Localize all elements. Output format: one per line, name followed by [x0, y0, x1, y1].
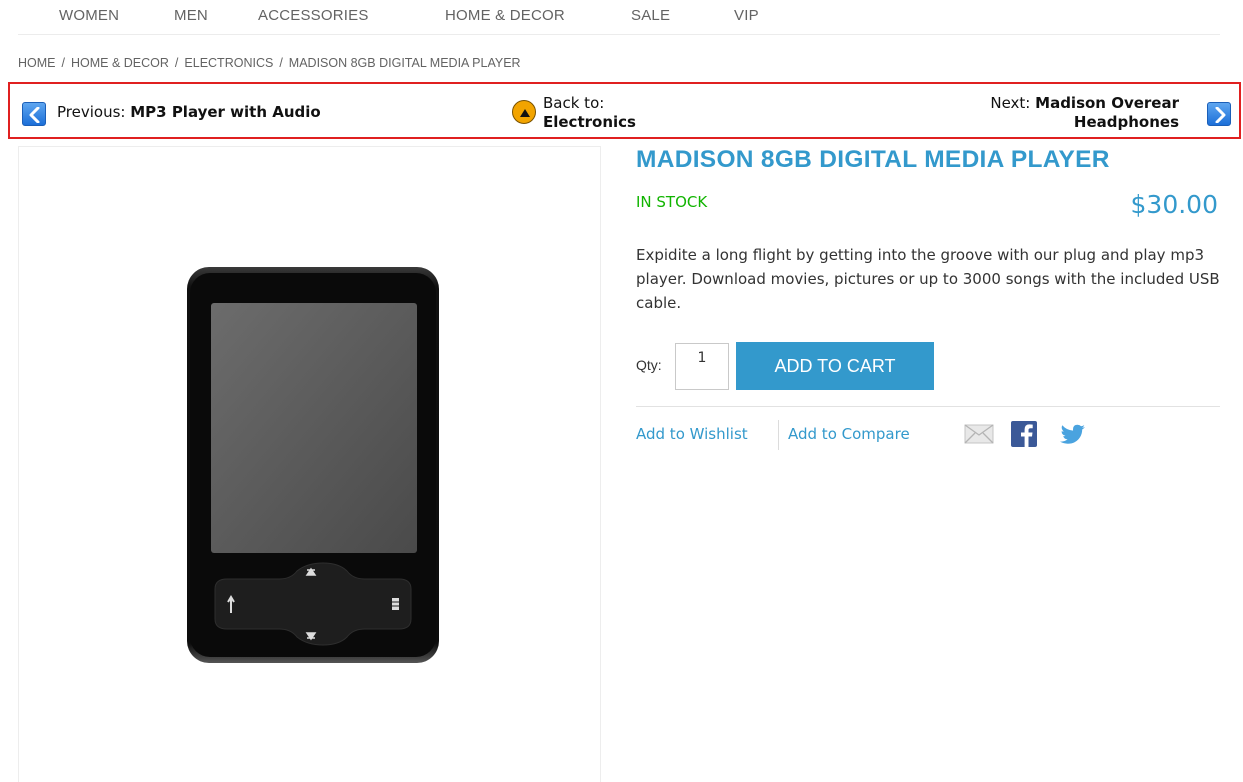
next-product-link[interactable]: Next: Madison Overear — [990, 94, 1179, 112]
breadcrumb-home-decor[interactable]: HOME & DECOR — [71, 56, 169, 70]
back-to-label: Back to: — [543, 94, 605, 112]
breadcrumb-separator: / — [174, 56, 179, 70]
add-to-compare-link[interactable]: Add to Compare — [788, 425, 910, 443]
add-to-wishlist-link[interactable]: Add to Wishlist — [636, 425, 748, 443]
qty-label: Qty: — [636, 357, 662, 373]
breadcrumb-home[interactable]: HOME — [18, 56, 56, 70]
product-title: MADISON 8GB DIGITAL MEDIA PLAYER — [636, 146, 1110, 173]
twitter-icon[interactable] — [1060, 424, 1086, 446]
previous-product-link[interactable]: Previous: MP3 Player with Audio — [57, 103, 321, 121]
previous-label: Previous: — [57, 103, 126, 121]
stock-status: IN STOCK — [636, 193, 708, 211]
chevron-right-icon[interactable] — [1207, 102, 1231, 126]
nav-item-women[interactable]: WOMEN — [59, 7, 119, 24]
product-image-panel — [18, 146, 601, 782]
breadcrumb-current: MADISON 8GB DIGITAL MEDIA PLAYER — [288, 56, 521, 70]
product-image[interactable] — [187, 267, 439, 663]
nav-item-accessories[interactable]: ACCESSORIES — [258, 7, 369, 24]
product-navigation-bar: Previous: MP3 Player with Audio Back to:… — [8, 82, 1241, 139]
previous-product-name: MP3 Player with Audio — [130, 103, 321, 121]
facebook-icon[interactable] — [1011, 421, 1037, 447]
mail-icon[interactable] — [964, 424, 994, 444]
product-price: $30.00 — [1130, 190, 1218, 219]
divider — [636, 406, 1220, 407]
product-description: Expidite a long flight by getting into t… — [636, 246, 1220, 312]
nav-item-home-decor[interactable]: HOME & DECOR — [445, 7, 565, 24]
nav-item-sale[interactable]: SALE — [631, 7, 670, 24]
up-arrow-icon[interactable] — [512, 100, 536, 124]
breadcrumb-separator: / — [279, 56, 283, 70]
back-to-category-link[interactable]: Electronics — [543, 113, 636, 131]
breadcrumb: HOME / HOME & DECOR / ELECTRONICS / MADISON 8G… — [18, 56, 521, 70]
breadcrumb-separator: / — [61, 56, 65, 70]
next-product-name-line1: Madison Overear — [1035, 94, 1179, 112]
nav-item-men[interactable]: MEN — [174, 7, 208, 24]
add-to-cart-button[interactable]: ADD TO CART — [736, 342, 934, 390]
nav-item-vip[interactable]: VIP — [734, 7, 759, 24]
breadcrumb-electronics[interactable]: ELECTRONICS — [184, 56, 273, 70]
next-label: Next: — [990, 94, 1031, 112]
top-navigation: WOMEN MEN ACCESSORIES HOME & DECOR SALE … — [18, 0, 1220, 35]
link-separator — [778, 420, 779, 450]
chevron-left-icon[interactable] — [22, 102, 46, 126]
qty-input[interactable]: 1 — [675, 343, 729, 390]
next-product-name-line2[interactable]: Headphones — [1074, 113, 1179, 131]
